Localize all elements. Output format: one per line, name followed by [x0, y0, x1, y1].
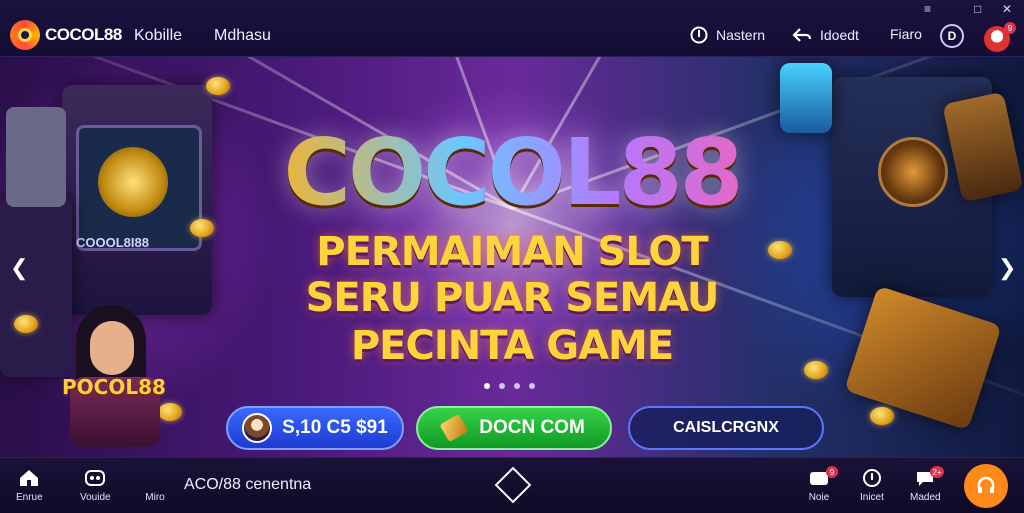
hero-line-1: PERMAIMAN SLOT: [316, 229, 708, 275]
balance-button[interactable]: S,10 C5 $91: [226, 406, 404, 450]
top-bar: ≡ □ ✕ COCOL88 Kobille Mdhasu Nastern Ido…: [0, 0, 1024, 57]
bottom-title: ACO/88 cenentna: [184, 476, 312, 493]
bottom-nav-home[interactable]: Enrue: [16, 468, 43, 503]
logo-icon: [10, 20, 40, 50]
bottom-bar: Enrue Vouide Miro ACO/88 cenentna Noie 9…: [0, 457, 1024, 513]
headset-icon: [977, 476, 995, 493]
site-logo[interactable]: COCOL88: [10, 20, 122, 50]
carousel-indicators: [484, 383, 535, 389]
notification-badge: 9: [1004, 22, 1016, 34]
hero-title: COCOL88: [0, 119, 1024, 226]
coin: [870, 407, 894, 425]
primary-cta-label: DOCN COM: [479, 417, 585, 438]
bottom-nav-label: Noie: [808, 492, 830, 503]
chat-badge: 2+: [930, 466, 944, 478]
round-button-label: D: [947, 29, 957, 43]
carousel-dot[interactable]: [529, 383, 535, 389]
avatar-icon: [242, 413, 273, 443]
carousel-dot[interactable]: [499, 383, 505, 389]
hero-line-3: PECINTA GAME: [350, 323, 674, 369]
hero-banner[interactable]: COOOL8I88 POCOL88 COCOL88 PERMAIMAN SLOT…: [0, 57, 1024, 457]
nav-link-2[interactable]: Mdhasu: [214, 27, 271, 45]
carousel-next-icon[interactable]: ❯: [998, 255, 1016, 281]
message-badge: 9: [826, 466, 838, 478]
bottom-nav-profile[interactable]: Miro: [144, 468, 166, 503]
header-item-idoedt[interactable]: Idoedt: [792, 26, 859, 44]
home-icon: [20, 470, 39, 486]
support-button[interactable]: [964, 464, 1008, 508]
bottom-nav-label: Inicet: [860, 492, 884, 503]
secondary-cta-label: CAISLCRGNX: [673, 419, 779, 436]
coin: [206, 77, 230, 95]
nav-link-1[interactable]: Kobille: [134, 27, 182, 45]
header-item-fiaro[interactable]: Fiaro: [890, 26, 922, 42]
user-icon: [144, 468, 166, 488]
mascot-label: POCOL88: [62, 375, 166, 399]
controller-icon: [85, 470, 106, 486]
carousel-dot[interactable]: [484, 383, 490, 389]
bottom-nav-label: Enrue: [16, 492, 43, 503]
alert-icon: [862, 469, 881, 487]
header-item-label: Nastern: [716, 27, 766, 43]
header-item-nastern[interactable]: Nastern: [690, 26, 765, 44]
profile-round-button[interactable]: D: [940, 24, 964, 48]
carousel-prev-icon[interactable]: ❮: [10, 255, 28, 281]
share-arrow-icon: [792, 28, 812, 42]
info-circle-icon: [690, 26, 708, 44]
bottom-nav-games[interactable]: Vouide: [80, 468, 111, 503]
gold-bar-icon: [439, 413, 469, 443]
logo-text: COCOL88: [45, 25, 122, 44]
bottom-nav-label: Miro: [145, 492, 165, 503]
primary-cta-button[interactable]: DOCN COM: [416, 406, 612, 450]
center-diamond-icon[interactable]: [494, 466, 532, 504]
balance-label: S,10 C5 $91: [282, 417, 388, 438]
hero-line-2: SERU PUAR SEMAU: [305, 275, 720, 321]
carousel-dot[interactable]: [514, 383, 520, 389]
header-item-label: Fiaro: [890, 26, 922, 42]
header-item-label: Idoedt: [820, 27, 859, 43]
close-icon[interactable]: ✕: [1002, 2, 1012, 16]
maximize-icon[interactable]: □: [974, 2, 981, 16]
bottom-nav-label: Maded: [910, 492, 941, 503]
bottom-nav-label: Vouide: [80, 492, 111, 503]
bottom-nav-alerts[interactable]: Inicet: [860, 468, 884, 503]
menu-icon[interactable]: ≡: [924, 2, 931, 16]
secondary-cta-button[interactable]: CAISLCRGNX: [628, 406, 824, 450]
